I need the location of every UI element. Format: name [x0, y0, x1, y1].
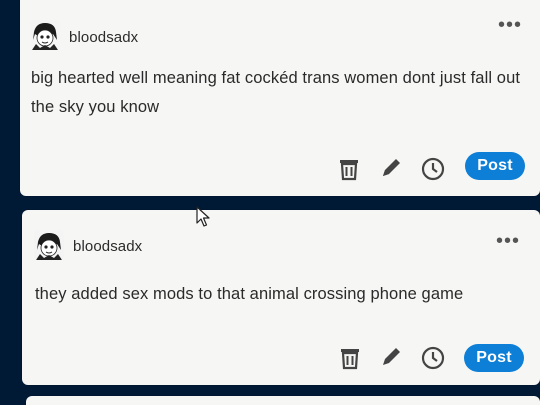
post-card [26, 396, 540, 405]
avatar-icon [34, 230, 64, 260]
trash-icon[interactable] [337, 345, 363, 371]
trash-icon[interactable] [336, 156, 362, 182]
post-button[interactable]: Post [464, 344, 524, 372]
queue-clock-icon[interactable] [420, 345, 446, 371]
post-body-line: big hearted well meaning fat cockéd tran… [31, 69, 521, 87]
username[interactable]: bloodsadx [69, 29, 138, 46]
post-body-line: the sky you know [31, 98, 160, 116]
edit-pencil-icon[interactable] [378, 155, 404, 181]
avatar[interactable] [30, 20, 60, 50]
avatar[interactable] [34, 230, 64, 260]
mouse-cursor-icon [196, 206, 212, 228]
post-body-line: they added sex mods to that animal cross… [35, 285, 464, 303]
queue-clock-icon[interactable] [420, 156, 446, 182]
more-options-icon[interactable]: ••• [496, 231, 520, 251]
more-options-icon[interactable]: ••• [498, 15, 522, 35]
post-button[interactable]: Post [465, 152, 525, 180]
avatar-icon [30, 20, 60, 50]
post-card: bloodsadx ••• they added sex mods to tha… [22, 210, 540, 385]
post-card: bloodsadx ••• big hearted well meaning f… [20, 0, 540, 196]
username[interactable]: bloodsadx [73, 238, 142, 255]
edit-pencil-icon[interactable] [378, 344, 404, 370]
